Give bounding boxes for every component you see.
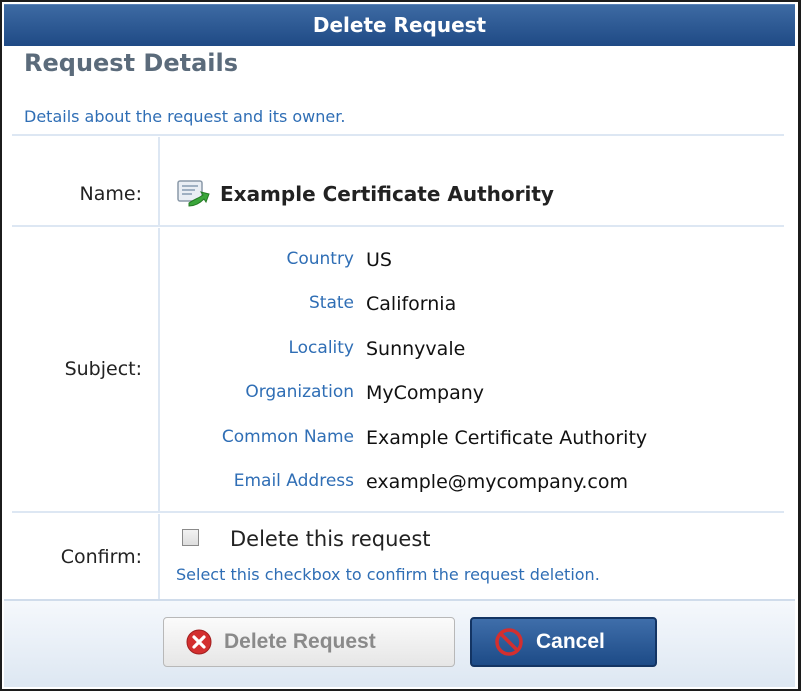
confirm-help-text: Select this checkbox to confirm the requ… <box>176 565 600 584</box>
delete-confirm-checkbox[interactable] <box>182 529 199 546</box>
subject-key: Locality <box>288 338 354 358</box>
divider <box>12 134 784 136</box>
subject-value: Example Certificate Authority <box>366 427 648 449</box>
subject-value: MyCompany <box>366 382 485 404</box>
certificate-request-icon <box>177 180 210 207</box>
subject-row-common-name: Common Name Example Certificate Authorit… <box>160 427 780 457</box>
delete-request-button-label: Delete Request <box>224 630 376 653</box>
divider <box>12 225 784 227</box>
section-title: Request Details <box>24 49 239 77</box>
dialog-title: Delete Request <box>4 4 795 46</box>
delete-request-dialog: Delete Request Request Details Details a… <box>0 0 801 691</box>
subject-row-country: Country US <box>160 249 780 279</box>
subject-row-email: Email Address example@mycompany.com <box>160 471 780 501</box>
cancel-button-label: Cancel <box>536 630 605 653</box>
no-symbol-icon <box>495 628 523 656</box>
subject-value: example@mycompany.com <box>366 471 629 493</box>
subject-key: Email Address <box>233 471 354 491</box>
delete-request-button[interactable]: Delete Request <box>163 617 455 667</box>
subject-row-organization: Organization MyCompany <box>160 382 780 412</box>
subject-key: Country <box>286 249 354 269</box>
subject-key: Common Name <box>221 427 354 447</box>
red-x-icon <box>186 629 212 655</box>
section-description: Details about the request and its owner. <box>24 107 346 126</box>
column-divider <box>158 514 160 599</box>
subject-label: Subject: <box>64 358 142 380</box>
subject-value: Sunnyvale <box>366 338 466 360</box>
confirm-label: Confirm: <box>60 546 142 568</box>
name-value: Example Certificate Authority <box>220 182 554 206</box>
subject-value: California <box>366 293 457 315</box>
subject-row-state: State California <box>160 293 780 323</box>
column-divider <box>158 137 160 225</box>
cancel-button[interactable]: Cancel <box>470 617 657 667</box>
subject-row-locality: Locality Sunnyvale <box>160 338 780 368</box>
divider <box>12 511 784 513</box>
subject-key: Organization <box>245 382 354 402</box>
subject-key: State <box>309 293 354 313</box>
delete-confirm-checkbox-label[interactable]: Delete this request <box>230 527 431 551</box>
subject-value: US <box>366 249 392 271</box>
name-label: Name: <box>79 183 142 205</box>
